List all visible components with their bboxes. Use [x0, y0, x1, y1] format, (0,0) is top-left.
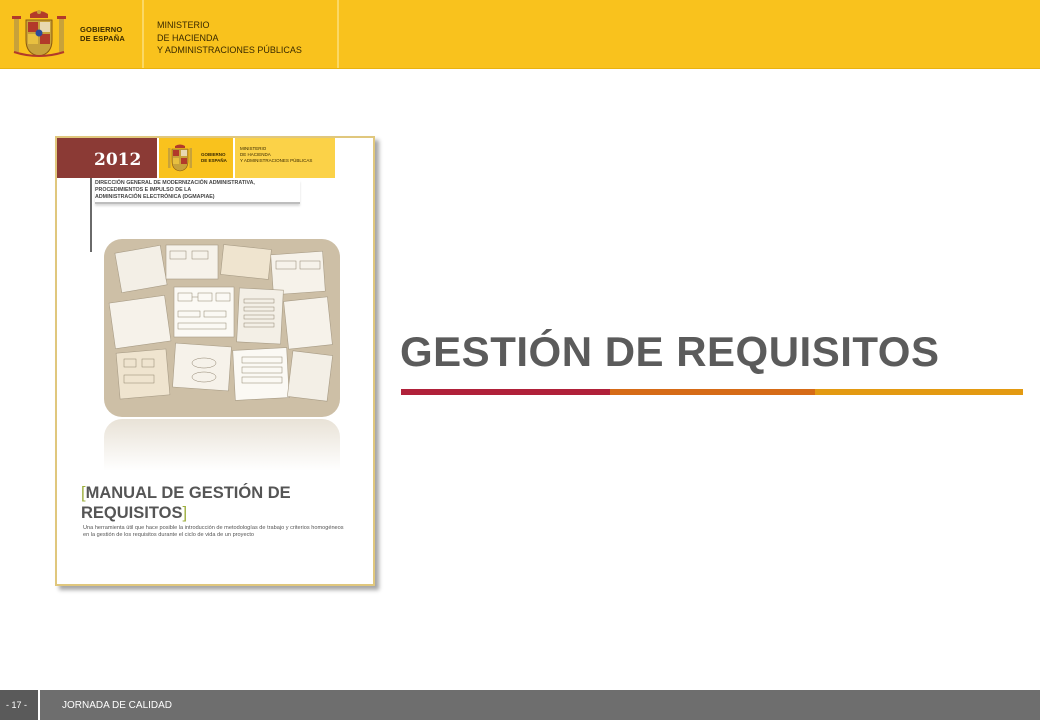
cover-gobierno-line-1: GOBIERNO: [201, 152, 226, 157]
ministerio-line-2: DE HACIENDA: [157, 32, 219, 43]
ministerio-label: MINISTERIO DE HACIENDA Y ADMINISTRACIONE…: [157, 19, 302, 57]
cover-year: 2012: [94, 150, 142, 170]
footer-event-label: JORNADA DE CALIDAD: [62, 700, 173, 711]
cover-title-line-2: REQUISITOS: [81, 504, 183, 522]
cover-direction-block: DIRECCIÓN GENERAL DE MODERNIZACIÓN ADMIN…: [95, 180, 300, 204]
cover-title-line-1: MANUAL DE GESTIÓN DE: [85, 484, 291, 502]
page-number: - 17 -: [6, 700, 28, 710]
ministerio-line-3: Y ADMINISTRACIONES PÚBLICAS: [157, 45, 302, 55]
collage-reflection: [104, 419, 340, 471]
cover-gobierno-label: GOBIERNO DE ESPAÑA: [201, 152, 227, 163]
ministerio-block: MINISTERIO DE HACIENDA Y ADMINISTRACIONE…: [144, 0, 339, 68]
cover-divider: [90, 178, 92, 252]
spain-coat-of-arms-icon: [12, 10, 66, 57]
cover-ministerio-block: MINISTERIO DE HACIENDA Y ADMINISTRACIONE…: [235, 138, 335, 178]
gobierno-line-2: DE ESPAÑA: [80, 34, 126, 43]
title-underline-orange: [610, 389, 815, 395]
cover-direction-line-2: PROCEDIMIENTOS E IMPULSO DE LA: [95, 187, 192, 193]
title-underline-red: [401, 389, 610, 395]
cover-ministerio-label: MINISTERIO DE HACIENDA Y ADMINISTRACIONE…: [240, 146, 312, 164]
footer-bar: - 17 - JORNADA DE CALIDAD: [0, 690, 1040, 720]
cover-direction-line-1: DIRECCIÓN GENERAL DE MODERNIZACIÓN ADMIN…: [95, 180, 255, 186]
cover-gobierno-block: GOBIERNO DE ESPAÑA: [159, 138, 233, 178]
cover-ministerio-line-3: Y ADMINISTRACIONES PÚBLICAS: [240, 158, 313, 163]
gobierno-line-1: GOBIERNO: [80, 25, 123, 34]
manual-cover-image: 2012 GOBIERNO DE ESPAÑA MINISTERIO DE HA…: [55, 136, 375, 586]
cover-direction-text: DIRECCIÓN GENERAL DE MODERNIZACIÓN ADMIN…: [95, 180, 300, 201]
gobierno-block: GOBIERNO DE ESPAÑA: [0, 0, 144, 68]
cover-coat-of-arms-icon: [168, 144, 192, 172]
header-band: GOBIERNO DE ESPAÑA MINISTERIO DE HACIEND…: [0, 0, 1040, 69]
cover-title: [MANUAL DE GESTIÓN DE REQUISITOS]: [81, 483, 361, 523]
page-number-box: - 17 -: [0, 690, 40, 720]
diagram-collage-illustration: [108, 244, 333, 402]
slide-title: GESTIÓN DE REQUISITOS: [400, 328, 940, 375]
cover-subtitle: Una herramienta útil que hace posible la…: [83, 525, 344, 538]
cover-direction-line-3: ADMINISTRACIÓN ELECTRÓNICA (DGMAPIAE): [95, 194, 215, 200]
cover-gobierno-line-2: DE ESPAÑA: [201, 157, 227, 163]
cover-year-bar: 2012: [57, 138, 157, 178]
cover-title-close-bracket: ]: [182, 504, 188, 522]
ministerio-line-1: MINISTERIO: [157, 20, 210, 30]
diagram-collage-image: [104, 239, 340, 417]
gobierno-label: GOBIERNO DE ESPAÑA: [80, 25, 125, 43]
title-underline-amber: [815, 389, 1023, 395]
